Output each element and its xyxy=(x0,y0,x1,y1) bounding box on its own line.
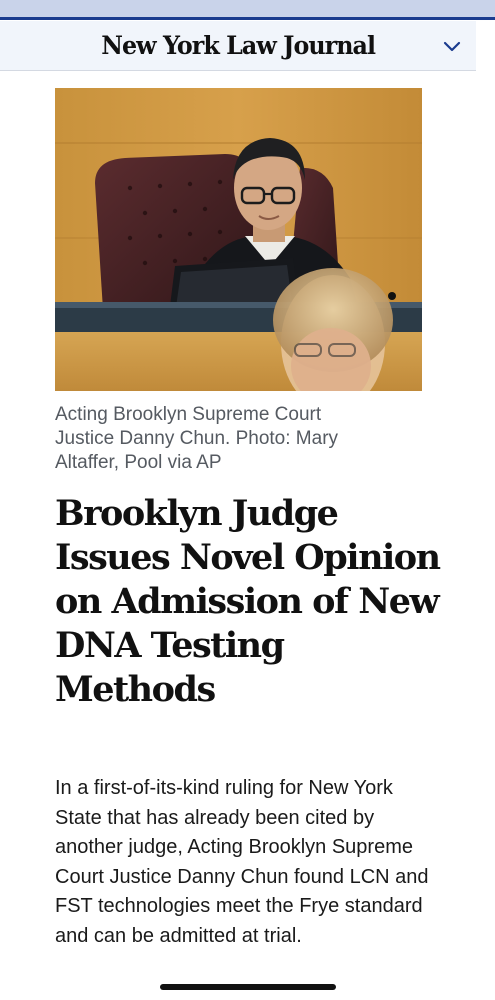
home-indicator[interactable] xyxy=(160,984,336,990)
article-hero-image xyxy=(55,88,422,391)
article-summary: In a first-of-its-kind ruling for New Yo… xyxy=(55,777,429,947)
image-caption: Acting Brooklyn Supreme Court Justice Da… xyxy=(55,404,339,473)
site-logo[interactable]: New York Law Journal xyxy=(101,31,376,60)
site-header: New York Law Journal xyxy=(0,21,476,71)
chevron-down-icon[interactable] xyxy=(442,36,462,56)
article-headline: Brooklyn Judge Issues Novel Opinion on A… xyxy=(55,493,441,710)
judge-photo-illustration xyxy=(55,88,422,391)
browser-top-strip xyxy=(0,0,495,20)
